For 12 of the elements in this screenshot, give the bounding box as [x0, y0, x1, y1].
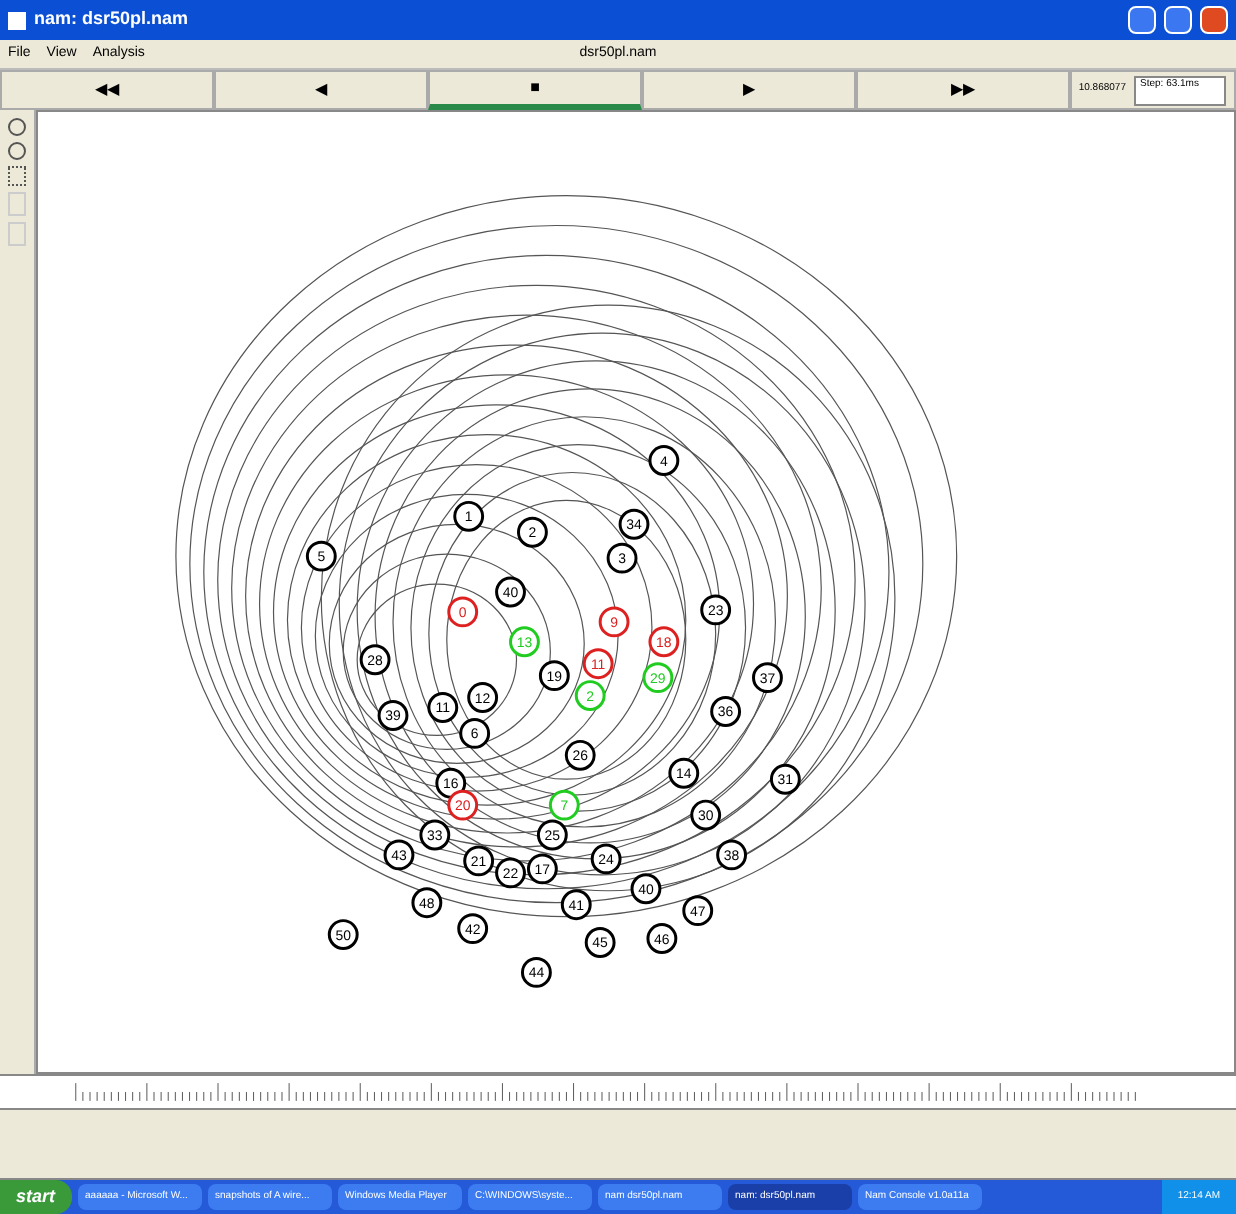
window-title: nam: dsr50pl.nam: [34, 6, 191, 33]
maximize-button[interactable]: [1164, 6, 1192, 34]
start-button[interactable]: start: [0, 1180, 72, 1214]
playback-button[interactable]: ▶: [642, 70, 856, 110]
close-button[interactable]: [1200, 6, 1228, 34]
playback-button[interactable]: ◀: [214, 70, 428, 110]
playback-button[interactable]: ▶▶: [856, 70, 1070, 110]
minimize-button[interactable]: [1128, 6, 1156, 34]
window-icon: [8, 11, 26, 29]
playback-button[interactable]: ◀◀: [0, 70, 214, 110]
timeline-ruler[interactable]: [0, 1074, 1236, 1110]
playback-button[interactable]: ■: [428, 70, 642, 110]
